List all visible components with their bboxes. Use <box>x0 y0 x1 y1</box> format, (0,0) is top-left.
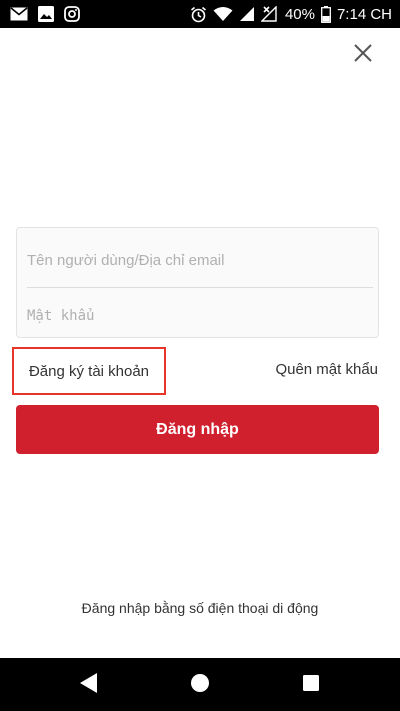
alarm-icon <box>190 6 207 23</box>
signal-icon <box>239 6 255 22</box>
home-icon <box>190 673 210 698</box>
back-icon <box>79 672 99 699</box>
close-icon <box>353 43 373 68</box>
forgot-password-link[interactable]: Quên mật khẩu <box>248 361 378 383</box>
phone-login-link[interactable]: Đăng nhập bằng số điện thoại di động <box>0 600 400 622</box>
clock: 7:14 CH <box>336 5 392 23</box>
recents-icon <box>302 674 320 697</box>
signal-x-icon <box>260 6 279 22</box>
login-form <box>16 227 379 338</box>
login-button[interactable]: Đăng nhập <box>16 405 379 454</box>
field-divider <box>27 287 373 288</box>
username-email-field[interactable] <box>27 240 373 280</box>
wifi-icon <box>213 6 233 22</box>
back-button[interactable] <box>75 671 103 699</box>
register-link[interactable]: Đăng ký tài khoản <box>12 347 166 395</box>
status-bar: 40% 7:14 CH <box>0 0 400 28</box>
notification-icons <box>10 6 90 22</box>
home-button[interactable] <box>186 671 214 699</box>
battery-percent: 40% <box>284 5 315 23</box>
close-button[interactable] <box>350 42 376 68</box>
battery-icon <box>321 5 331 23</box>
system-status: 40% 7:14 CH <box>184 5 392 23</box>
navigation-bar <box>0 658 400 711</box>
recents-button[interactable] <box>297 671 325 699</box>
password-field[interactable] <box>27 296 373 336</box>
login-screen: 40% 7:14 CH Đăng ký tài khoản Quên mật k… <box>0 0 400 711</box>
mail-icon <box>10 7 28 21</box>
image-icon <box>38 6 54 22</box>
instagram-icon <box>64 6 80 22</box>
